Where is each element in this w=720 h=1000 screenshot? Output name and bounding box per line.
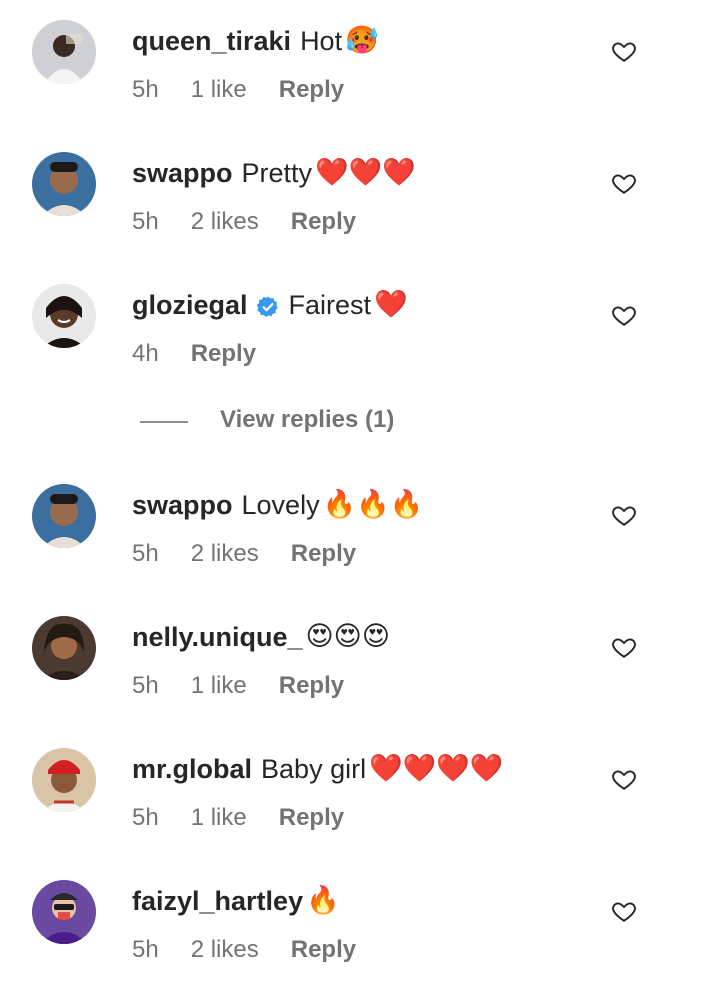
comment-line: queen_tiraki Hot 🥵 xyxy=(132,24,379,58)
avatar[interactable] xyxy=(32,484,96,548)
comment-meta: 4h Reply xyxy=(132,339,288,369)
like-count[interactable]: 1 like xyxy=(191,803,247,833)
comment-emoji: 😍😍😍 xyxy=(305,621,390,652)
comment-time: 5h xyxy=(132,804,159,831)
like-count[interactable]: 1 like xyxy=(191,671,247,701)
heart-outline-icon[interactable] xyxy=(611,766,637,792)
comment-text: Hot xyxy=(300,26,343,56)
comment-time: 5h xyxy=(132,936,159,963)
comment-line: mr.global Baby girl ❤️❤️❤️❤️ xyxy=(132,752,504,786)
like-count[interactable]: 2 likes xyxy=(191,539,259,569)
like-count[interactable]: 2 likes xyxy=(191,935,259,965)
reply-button[interactable]: Reply xyxy=(279,803,344,833)
heart-outline-icon[interactable] xyxy=(611,302,637,328)
comment-line: faizyl_hartley 🔥 xyxy=(132,884,340,918)
heart-outline-icon[interactable] xyxy=(611,170,637,196)
comment-item: queen_tiraki Hot 🥵 5h 1 like Reply xyxy=(0,20,720,140)
comment-time: 5h xyxy=(132,672,159,699)
reply-button[interactable]: Reply xyxy=(279,671,344,701)
view-replies-button[interactable]: View replies (1) xyxy=(220,406,394,434)
username[interactable]: queen_tiraki xyxy=(132,24,291,58)
comment-emoji: 🔥 xyxy=(306,885,340,916)
username[interactable]: mr.global xyxy=(132,752,252,786)
comment-time: 5h xyxy=(132,540,159,567)
comment-text: Baby girl xyxy=(261,754,367,784)
comment-emoji: ❤️❤️❤️❤️ xyxy=(369,753,504,784)
comment-time: 5h xyxy=(132,76,159,103)
avatar[interactable] xyxy=(32,748,96,812)
comment-item: faizyl_hartley 🔥 5h 2 likes Reply xyxy=(0,880,720,1000)
avatar[interactable] xyxy=(32,152,96,216)
avatar[interactable] xyxy=(32,284,96,348)
comment-line: swappo Lovely 🔥🔥🔥 xyxy=(132,488,423,522)
username[interactable]: gloziegal xyxy=(132,288,248,322)
comment-item: swappo Lovely 🔥🔥🔥 5h 2 likes Reply xyxy=(0,484,720,604)
comment-item: mr.global Baby girl ❤️❤️❤️❤️ 5h 1 like R… xyxy=(0,748,720,868)
avatar[interactable] xyxy=(32,20,96,84)
heart-outline-icon[interactable] xyxy=(611,898,637,924)
comment-emoji: ❤️ xyxy=(374,289,408,320)
reply-button[interactable]: Reply xyxy=(291,539,356,569)
comment-text: Lovely xyxy=(241,490,320,520)
view-replies-row: View replies (1) xyxy=(0,404,720,440)
comment-meta: 5h 1 like Reply xyxy=(132,75,376,105)
heart-outline-icon[interactable] xyxy=(611,38,637,64)
comment-emoji: 🥵 xyxy=(345,25,379,56)
comment-text: Fairest xyxy=(288,290,372,320)
reply-button[interactable]: Reply xyxy=(291,935,356,965)
like-count[interactable]: 1 like xyxy=(191,75,247,105)
comment-line: gloziegal Fairest ❤️ xyxy=(132,288,408,322)
username[interactable]: faizyl_hartley xyxy=(132,884,303,918)
comment-line: nelly.unique_ 😍😍😍 xyxy=(132,620,390,654)
comment-emoji: ❤️❤️❤️ xyxy=(315,157,416,188)
comment-item: swappo Pretty ❤️❤️❤️ 5h 2 likes Reply xyxy=(0,152,720,272)
reply-button[interactable]: Reply xyxy=(291,207,356,237)
reply-button[interactable]: Reply xyxy=(279,75,344,105)
like-count[interactable]: 2 likes xyxy=(191,207,259,237)
comment-time: 5h xyxy=(132,208,159,235)
username[interactable]: nelly.unique_ xyxy=(132,620,303,654)
comment-meta: 5h 2 likes Reply xyxy=(132,539,388,569)
comment-emoji: 🔥🔥🔥 xyxy=(322,489,424,520)
comment-line: swappo Pretty ❤️❤️❤️ xyxy=(132,156,416,190)
avatar[interactable] xyxy=(32,880,96,944)
avatar[interactable] xyxy=(32,616,96,680)
heart-outline-icon[interactable] xyxy=(611,502,637,528)
verified-badge-icon xyxy=(256,293,280,317)
comment-meta: 5h 1 like Reply xyxy=(132,671,376,701)
comment-time: 4h xyxy=(132,340,159,367)
comment-meta: 5h 1 like Reply xyxy=(132,803,376,833)
heart-outline-icon[interactable] xyxy=(611,634,637,660)
divider-dash xyxy=(140,421,188,423)
comment-item: gloziegal Fairest ❤️ 4h Reply xyxy=(0,284,720,404)
comment-meta: 5h 2 likes Reply xyxy=(132,207,388,237)
comment-meta: 5h 2 likes Reply xyxy=(132,935,388,965)
reply-button[interactable]: Reply xyxy=(191,339,256,369)
comment-text: Pretty xyxy=(241,158,313,188)
username[interactable]: swappo xyxy=(132,156,233,190)
comment-item: nelly.unique_ 😍😍😍 5h 1 like Reply xyxy=(0,616,720,736)
username[interactable]: swappo xyxy=(132,488,233,522)
